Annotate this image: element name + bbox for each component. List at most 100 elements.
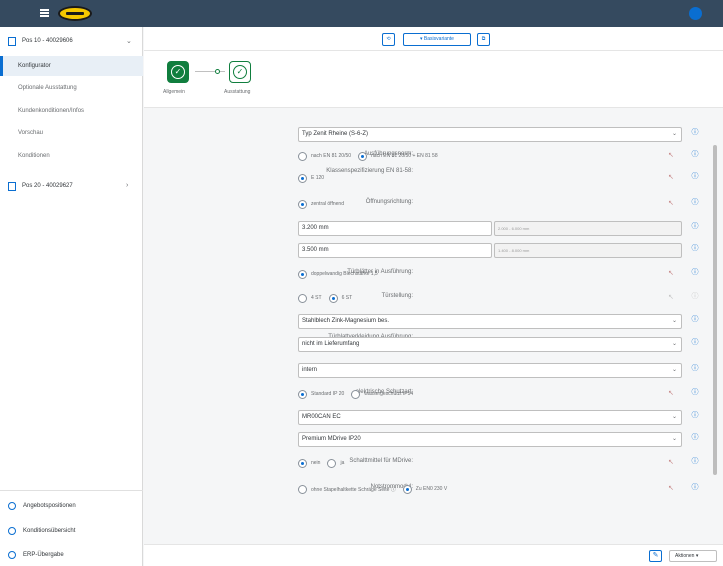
radio-label: ja bbox=[340, 460, 345, 466]
form-row-tuerblatt: Türblätter in Ausführung: doppelwandig B… bbox=[144, 264, 704, 284]
step-dot bbox=[215, 69, 220, 74]
info-icon[interactable]: ⓘ bbox=[691, 365, 699, 373]
radio-norm-2[interactable] bbox=[358, 151, 368, 161]
sidebar-item-vorschau[interactable]: Vorschau bbox=[0, 123, 143, 143]
motor-select[interactable]: MR00CAN EC ⌄ bbox=[298, 410, 682, 425]
info-icon[interactable]: ⓘ bbox=[691, 412, 699, 420]
edit-icon[interactable]: ↖ bbox=[668, 173, 674, 181]
radio-label: doppelwandig Blechstärke 1,5 bbox=[311, 271, 378, 277]
radio-label: nein bbox=[311, 460, 321, 466]
edit-icon[interactable]: ↖ bbox=[668, 484, 674, 492]
transfer-icon bbox=[8, 551, 16, 559]
sidebar-item-label: Konditionsübersicht bbox=[23, 528, 76, 534]
reload-icon[interactable]: ⟲ bbox=[382, 33, 395, 46]
chevron-down-icon[interactable]: ⌄ bbox=[126, 37, 132, 45]
form-row-schutzart: elektrische Schutzart: Standard IP 20 wa… bbox=[144, 384, 704, 404]
radio-group: 4 ST 6 ST bbox=[298, 292, 359, 304]
radio-label: Zu EN0 230 V bbox=[415, 486, 448, 492]
radio-group: doppelwandig Blechstärke 1,5 bbox=[298, 268, 385, 280]
radio-doppelwandig[interactable] bbox=[298, 269, 307, 279]
sidebar-item-pos20[interactable]: Pos 20 - 40029627 › bbox=[0, 175, 143, 197]
tuerhoehe-input[interactable]: 3.200 mm bbox=[298, 221, 492, 236]
tortyp-select[interactable]: Typ Zenit Rheine (S-6-Z) ⌄ bbox=[298, 127, 682, 142]
radio-ja[interactable] bbox=[327, 458, 337, 468]
radio-nein[interactable] bbox=[298, 458, 307, 468]
sidebar-item-angebotspositionen[interactable]: Angebotspositionen bbox=[0, 496, 143, 516]
wizard: ✓ ✓ Allgemein Ausstattung bbox=[144, 51, 723, 108]
info-icon[interactable]: ⓘ bbox=[691, 339, 699, 347]
chevron-down-icon: ⌄ bbox=[671, 318, 677, 324]
field-value: Premium MDrive IP20 bbox=[302, 436, 361, 442]
info-icon[interactable]: ⓘ bbox=[691, 293, 699, 301]
info-icon[interactable]: ⓘ bbox=[691, 484, 699, 492]
radio-group: zentral öffnend bbox=[298, 198, 351, 210]
info-icon[interactable]: ⓘ bbox=[691, 129, 699, 137]
radio-230v[interactable] bbox=[402, 484, 412, 494]
verkleidung-select[interactable]: nicht im Lieferumfang ⌄ bbox=[298, 337, 682, 352]
radio-ohne[interactable] bbox=[298, 484, 307, 494]
sidebar-item-erp[interactable]: ERP-Übergabe bbox=[0, 545, 143, 565]
variant-select[interactable]: ▾ Basisvariante bbox=[403, 33, 471, 46]
radio-label: 4 ST bbox=[311, 295, 322, 301]
sidebar-item-label: ERP-Übergabe bbox=[23, 552, 64, 558]
info-icon[interactable]: ⓘ bbox=[691, 151, 699, 159]
info-icon[interactable]: ⓘ bbox=[691, 223, 699, 231]
edit-icon[interactable]: ↖ bbox=[668, 389, 674, 397]
actions-select[interactable]: Aktionen ▾ bbox=[669, 550, 717, 562]
radio-4st[interactable] bbox=[298, 293, 307, 303]
chevron-right-icon[interactable]: › bbox=[126, 182, 128, 189]
step-ausstattung[interactable]: ✓ bbox=[229, 61, 251, 83]
edit-icon[interactable]: ↖ bbox=[668, 269, 674, 277]
scrollbar[interactable] bbox=[713, 145, 717, 475]
radio-norm-1[interactable] bbox=[298, 151, 307, 161]
avatar[interactable] bbox=[689, 7, 702, 20]
info-icon[interactable]: ⓘ bbox=[691, 199, 699, 207]
edit-icon[interactable]: ↖ bbox=[668, 293, 674, 301]
sidebar-item-konfigurator[interactable]: Konfigurator bbox=[0, 56, 143, 76]
radio-e120[interactable] bbox=[298, 173, 307, 183]
info-icon[interactable]: ⓘ bbox=[691, 458, 699, 466]
radio-label: E 120 bbox=[311, 175, 325, 181]
radio-label: 6 ST bbox=[341, 295, 353, 301]
field-value: Stahlblech Zink-Magnesium bes. bbox=[302, 318, 390, 324]
chevron-down-icon: ⌄ bbox=[671, 131, 677, 137]
radio-label: nach EN 81 20/50 bbox=[311, 153, 352, 159]
tuerbreite-range: 1.400 - 8.000 mm bbox=[494, 243, 682, 258]
step-allgemein[interactable]: ✓ bbox=[167, 61, 189, 83]
info-icon[interactable]: ⓘ bbox=[691, 173, 699, 181]
edit-icon[interactable]: ✎ bbox=[649, 550, 662, 562]
edit-icon[interactable]: ↖ bbox=[668, 151, 674, 159]
material-select[interactable]: Stahlblech Zink-Magnesium bes. ⌄ bbox=[298, 314, 682, 329]
sidebar-item-konditionsuebersicht[interactable]: Konditionsübersicht bbox=[0, 521, 143, 541]
info-icon[interactable]: ⓘ bbox=[691, 316, 699, 324]
menu-icon[interactable] bbox=[40, 9, 49, 17]
sidebar-item-kunden[interactable]: Kundenkonditionen/Infos bbox=[0, 101, 143, 121]
config-form: Tortyp: Typ Zenit Rheine (S-6-Z)⌄ ⓘ Ausf… bbox=[144, 108, 723, 544]
sidebar-item-konditionen[interactable]: Konditionen bbox=[0, 146, 143, 166]
form-row-motor: Motorvarianten: MR00CAN EC⌄ ⓘ bbox=[144, 407, 704, 427]
sidebar-item-optionale[interactable]: Optionale Ausstattung bbox=[0, 78, 143, 98]
edit-icon[interactable]: ↖ bbox=[668, 199, 674, 207]
steuergeraet-select[interactable]: Premium MDrive IP20 ⌄ bbox=[298, 432, 682, 447]
info-icon[interactable]: ⓘ bbox=[691, 245, 699, 253]
document-icon bbox=[8, 36, 16, 46]
tuerhoehe-range: 2.000 - 6.000 mm bbox=[494, 221, 682, 236]
info-icon[interactable]: ⓘ bbox=[691, 389, 699, 397]
info-icon[interactable]: ⓘ bbox=[691, 434, 699, 442]
radio-ip54[interactable] bbox=[351, 389, 361, 399]
radio-label: zentral öffnend bbox=[311, 201, 344, 207]
fuehrung-select[interactable]: intern ⌄ bbox=[298, 363, 682, 378]
radio-6st[interactable] bbox=[328, 293, 338, 303]
tuerbreite-input[interactable]: 3.500 mm bbox=[298, 243, 492, 258]
chevron-down-icon: ⌄ bbox=[671, 414, 677, 420]
sidebar-item-pos10[interactable]: Pos 10 - 40029606 ⌄ bbox=[0, 30, 143, 52]
radio-ip20[interactable] bbox=[298, 389, 307, 399]
info-icon[interactable]: ⓘ bbox=[691, 269, 699, 277]
list-icon bbox=[8, 502, 16, 510]
copy-icon[interactable]: ⧉ bbox=[477, 33, 490, 46]
radio-zentral[interactable] bbox=[298, 199, 307, 209]
check-icon: ✓ bbox=[233, 65, 247, 79]
form-row-fuehrung: untere Türblattführung aus: intern⌄ ⓘ bbox=[144, 360, 704, 380]
edit-icon[interactable]: ↖ bbox=[668, 458, 674, 466]
form-row-tuerhoehe: Türhöhe: 3.200 mm 2.000 - 6.000 mm ⓘ bbox=[144, 218, 704, 238]
